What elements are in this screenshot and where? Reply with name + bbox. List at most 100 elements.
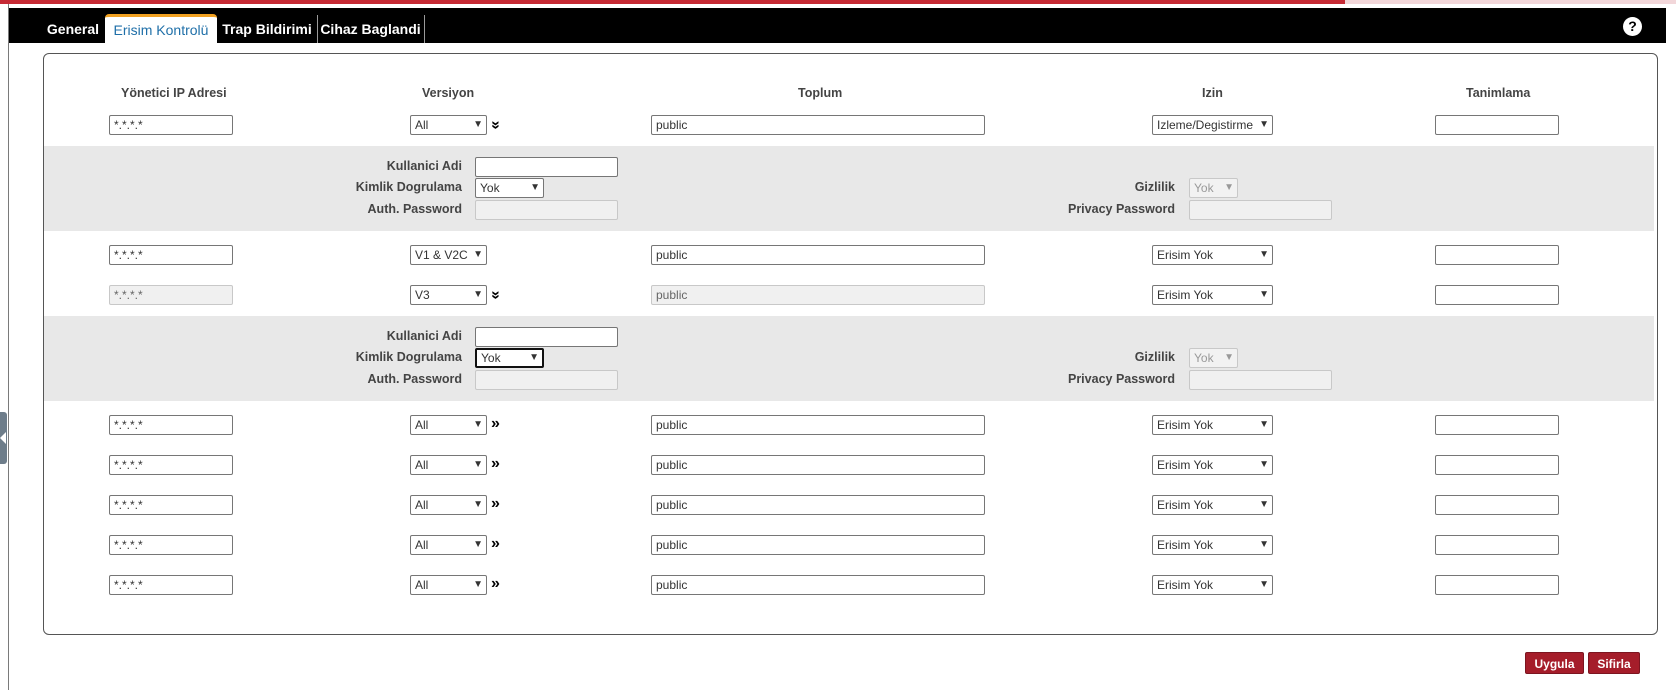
privacy-select-value: Yok [1194,351,1214,365]
ip-input[interactable] [109,415,233,435]
help-icon[interactable]: ? [1623,17,1642,36]
description-input[interactable] [1435,415,1559,435]
chevron-down-icon: ▼ [1259,579,1269,590]
description-input[interactable] [1435,575,1559,595]
header-permission: Izin [1202,86,1223,100]
permission-select[interactable]: Erisim Yok ▼ [1152,575,1273,595]
chevron-down-icon: ▼ [473,459,483,470]
community-input[interactable] [651,285,985,305]
chevron-down-icon: ▼ [1224,352,1234,363]
ip-input[interactable] [109,285,233,305]
expand-toggle-icon[interactable]: » [491,416,500,432]
permission-select[interactable]: Erisim Yok ▼ [1152,415,1273,435]
privacy-password-input[interactable] [1189,200,1332,220]
chevron-down-icon: ▼ [1259,119,1269,130]
expand-toggle-icon[interactable]: » [491,496,500,512]
permission-select[interactable]: Erisim Yok ▼ [1152,245,1273,265]
chevron-down-icon: ▼ [473,119,483,130]
permission-select[interactable]: Erisim Yok ▼ [1152,535,1273,555]
version-select-value: V1 & V2C [415,248,468,262]
description-input[interactable] [1435,115,1559,135]
community-input[interactable] [651,455,985,475]
version-select[interactable]: All ▼ [410,535,487,555]
v3-settings-panel: Kullanici Adi Kimlik Dogrulama Yok ▼ Auth… [44,146,1654,231]
privacy-password-label: Privacy Password [1067,202,1175,216]
ip-input[interactable] [109,455,233,475]
auth-select[interactable]: Yok ▼ [475,178,544,198]
expand-toggle-icon[interactable]: » [491,576,500,592]
permission-select[interactable]: Erisim Yok ▼ [1152,285,1273,305]
community-input[interactable] [651,495,985,515]
tab-bar: General Erisim Kontrolü Trap Bildirimi C… [9,8,1666,46]
permission-select-value: Erisim Yok [1157,248,1214,262]
description-input[interactable] [1435,495,1559,515]
chevron-down-icon: ▼ [1259,289,1269,300]
tab-general[interactable]: General [31,15,116,43]
v3-settings-panel: Kullanici Adi Kimlik Dogrulama Yok ▼ Auth… [44,316,1654,401]
description-input[interactable] [1435,535,1559,555]
tab-erisim-kontrolu[interactable]: Erisim Kontrolü [105,14,217,46]
expand-toggle-icon[interactable]: » [491,456,500,472]
privacy-password-input[interactable] [1189,370,1332,390]
top-accent-bar [0,0,1676,4]
tab-trap-bildirimi[interactable]: Trap Bildirimi [217,15,318,43]
collapse-toggle-icon[interactable]: « [486,121,503,130]
version-select[interactable]: All ▼ [410,115,487,135]
table-row: V3 ▼ « Erisim Yok ▼ [44,276,1657,316]
version-select[interactable]: All ▼ [410,415,487,435]
privacy-select[interactable]: Yok ▼ [1189,348,1238,368]
community-input[interactable] [651,115,985,135]
permission-select[interactable]: Erisim Yok ▼ [1152,495,1273,515]
permission-select-value: Erisim Yok [1157,498,1214,512]
community-input[interactable] [651,415,985,435]
username-input[interactable] [475,327,618,347]
table-row: V1 & V2C ▼ Erisim Yok ▼ [44,236,1657,276]
chevron-down-icon: ▼ [529,352,539,363]
apply-button[interactable]: Uygula [1525,652,1584,674]
ip-input[interactable] [109,535,233,555]
community-input[interactable] [651,535,985,555]
privacy-select[interactable]: Yok ▼ [1189,178,1238,198]
header-version: Versiyon [422,86,475,100]
version-select[interactable]: All ▼ [410,455,487,475]
username-input[interactable] [475,157,618,177]
chevron-down-icon: ▼ [473,249,483,260]
version-select[interactable]: V1 & V2C ▼ [410,245,487,265]
description-input[interactable] [1435,455,1559,475]
chevron-down-icon: ▼ [1224,182,1234,193]
ip-input[interactable] [109,575,233,595]
chevron-down-icon: ▼ [1259,499,1269,510]
version-select-value: All [415,578,429,592]
version-select[interactable]: All ▼ [410,575,487,595]
auth-password-label: Auth. Password [367,202,462,216]
permission-select[interactable]: Erisim Yok ▼ [1152,455,1273,475]
permission-select[interactable]: Izleme/Degistirme ▼ [1152,115,1273,135]
table-row: All ▼ » Erisim Yok ▼ [44,526,1657,566]
table-row: All ▼ » Erisim Yok ▼ [44,446,1657,486]
community-input[interactable] [651,245,985,265]
reset-button[interactable]: Sifirla [1588,652,1640,674]
collapse-sidebar-handle[interactable] [0,412,7,464]
auth-password-input[interactable] [475,200,618,220]
header-community: Toplum [798,86,843,100]
ip-input[interactable] [109,245,233,265]
privacy-label: Gizlilik [1134,350,1175,364]
auth-label: Kimlik Dogrulama [355,180,462,194]
description-input[interactable] [1435,285,1559,305]
version-select[interactable]: All ▼ [410,495,487,515]
auth-select[interactable]: Yok ▼ [475,348,544,368]
community-input[interactable] [651,575,985,595]
ip-input[interactable] [109,495,233,515]
chevron-down-icon: ▼ [1259,419,1269,430]
description-input[interactable] [1435,245,1559,265]
expand-toggle-icon[interactable]: » [491,536,500,552]
auth-password-label: Auth. Password [367,372,462,386]
version-select-value: V3 [415,288,430,302]
auth-password-input[interactable] [475,370,618,390]
version-select[interactable]: V3 ▼ [410,285,487,305]
ip-input[interactable] [109,115,233,135]
chevron-down-icon: ▼ [1259,539,1269,550]
chevron-down-icon: ▼ [473,539,483,550]
collapse-toggle-icon[interactable]: « [486,291,503,300]
tab-cihaz-baglandi[interactable]: Cihaz Baglandi [317,15,425,43]
